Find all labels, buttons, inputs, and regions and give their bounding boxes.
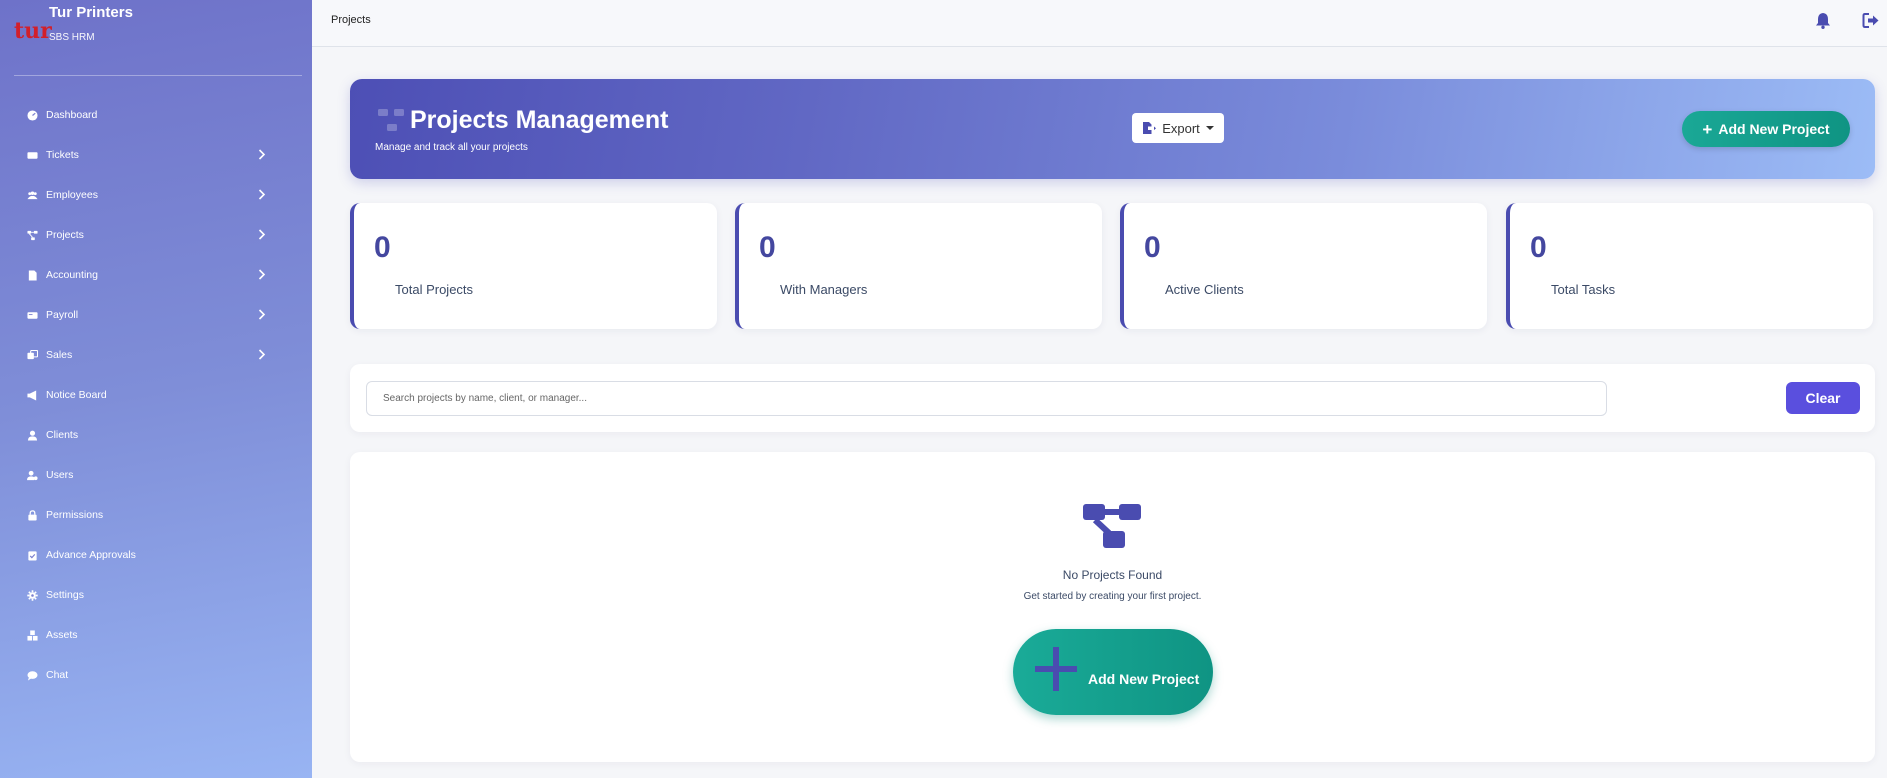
sidebar-item-label: Assets (46, 629, 78, 641)
add-project-button[interactable]: + Add New Project (1682, 111, 1850, 147)
clipboard-check-icon (26, 549, 38, 561)
chevron-right-icon (258, 309, 268, 321)
stat-card-active-clients: 0 Active Clients (1120, 203, 1487, 329)
add-first-project-button[interactable]: Add New Project (1013, 629, 1213, 715)
chevron-right-icon (258, 189, 268, 201)
stat-value: 0 (1530, 231, 1547, 264)
sidebar-item-settings[interactable]: Settings (0, 575, 312, 615)
sidebar-item-sales[interactable]: Sales (0, 335, 312, 375)
stat-label: Total Projects (395, 282, 474, 297)
users-icon (26, 189, 38, 201)
project-diagram-icon (26, 229, 38, 241)
gear-icon (26, 589, 38, 601)
sidebar-item-advance-approvals[interactable]: Advance Approvals (0, 535, 312, 575)
brand-divider (14, 75, 302, 76)
breadcrumb[interactable]: Projects (331, 14, 371, 26)
clear-button[interactable]: Clear (1786, 382, 1860, 414)
topbar: Projects (312, 0, 1887, 47)
stat-card-total-tasks: 0 Total Tasks (1506, 203, 1873, 329)
sidebar-item-tickets[interactable]: Tickets (0, 135, 312, 175)
chevron-right-icon (258, 149, 268, 161)
plus-icon: + (1702, 119, 1713, 139)
stat-label: Total Tasks (1551, 282, 1616, 297)
sidebar-item-label: Users (46, 469, 74, 481)
sidebar-nav: Dashboard Tickets Employees Projects Acc… (0, 95, 312, 695)
sidebar-item-users[interactable]: Users (0, 455, 312, 495)
sidebar-item-label: Payroll (46, 309, 79, 321)
add-first-project-label: Add New Project (1088, 671, 1200, 687)
stat-card-total-projects: 0 Total Projects (350, 203, 717, 329)
stat-value: 0 (1144, 231, 1161, 264)
ticket-icon (26, 149, 38, 161)
add-project-label: Add New Project (1718, 121, 1830, 137)
sidebar-item-label: Advance Approvals (46, 549, 136, 561)
chevron-right-icon (258, 269, 268, 281)
empty-state-subtitle: Get started by creating your first proje… (1023, 591, 1202, 602)
sidebar-item-label: Sales (46, 349, 73, 361)
chevron-right-icon (258, 349, 268, 361)
sidebar-item-projects[interactable]: Projects (0, 215, 312, 255)
sidebar-item-label: Dashboard (46, 109, 98, 121)
user-icon (26, 429, 38, 441)
sidebar-item-label: Settings (46, 589, 84, 601)
sidebar-item-clients[interactable]: Clients (0, 415, 312, 455)
sidebar-item-notice-board[interactable]: Notice Board (0, 375, 312, 415)
brand-subtitle: SBS HRM (49, 32, 95, 43)
sidebar-item-chat[interactable]: Chat (0, 655, 312, 695)
layer-group-icon (26, 349, 38, 361)
stat-label: Active Clients (1165, 282, 1244, 297)
projects-empty-state: No Projects Found Get started by creatin… (350, 452, 1875, 762)
empty-state-title: No Projects Found (1062, 568, 1163, 582)
sidebar-item-permissions[interactable]: Permissions (0, 495, 312, 535)
export-label: Export (1162, 120, 1200, 136)
project-diagram-icon (1083, 504, 1141, 548)
sidebar-item-payroll[interactable]: Payroll (0, 295, 312, 335)
sidebar-item-employees[interactable]: Employees (0, 175, 312, 215)
project-diagram-icon (378, 109, 404, 131)
stat-label: With Managers (780, 282, 868, 297)
sidebar-item-label: Projects (46, 229, 84, 241)
boxes-icon (26, 629, 38, 641)
page-subtitle: Manage and track all your projects (375, 142, 528, 153)
sidebar-item-label: Permissions (46, 509, 104, 521)
caret-down-icon (1205, 126, 1214, 130)
lock-icon (26, 509, 38, 521)
export-button[interactable]: Export (1132, 113, 1224, 143)
plus-icon (1035, 647, 1077, 691)
file-invoice-icon (26, 269, 38, 281)
search-input[interactable] (366, 381, 1607, 416)
dashboard-icon (26, 109, 38, 121)
bullhorn-icon (26, 389, 38, 401)
sidebar-item-label: Notice Board (46, 389, 107, 401)
brand-name: Tur Printers (49, 4, 133, 21)
user-cog-icon (26, 469, 38, 481)
sidebar-item-accounting[interactable]: Accounting (0, 255, 312, 295)
page-title: Projects Management (410, 106, 669, 134)
sidebar-item-label: Chat (46, 669, 69, 681)
bell-icon[interactable] (1815, 12, 1831, 29)
logout-icon[interactable] (1862, 12, 1880, 29)
stat-value: 0 (759, 231, 776, 264)
sidebar-item-label: Accounting (46, 269, 98, 281)
sidebar-item-label: Employees (46, 189, 98, 201)
sidebar-item-assets[interactable]: Assets (0, 615, 312, 655)
stat-value: 0 (374, 231, 391, 264)
hero-banner: Projects Management Manage and track all… (350, 79, 1875, 179)
sidebar-item-dashboard[interactable]: Dashboard (0, 95, 312, 135)
file-export-icon (1143, 122, 1157, 134)
search-bar: Clear (350, 364, 1875, 432)
chat-icon (26, 669, 38, 681)
sidebar-item-label: Clients (46, 429, 79, 441)
svg-text:tur: tur (14, 18, 52, 42)
sidebar: tur Tur Printers SBS HRM Dashboard Ticke… (0, 0, 312, 778)
stat-card-with-managers: 0 With Managers (735, 203, 1102, 329)
money-bill-icon (26, 309, 38, 321)
sidebar-item-label: Tickets (46, 149, 79, 161)
chevron-right-icon (258, 229, 268, 241)
